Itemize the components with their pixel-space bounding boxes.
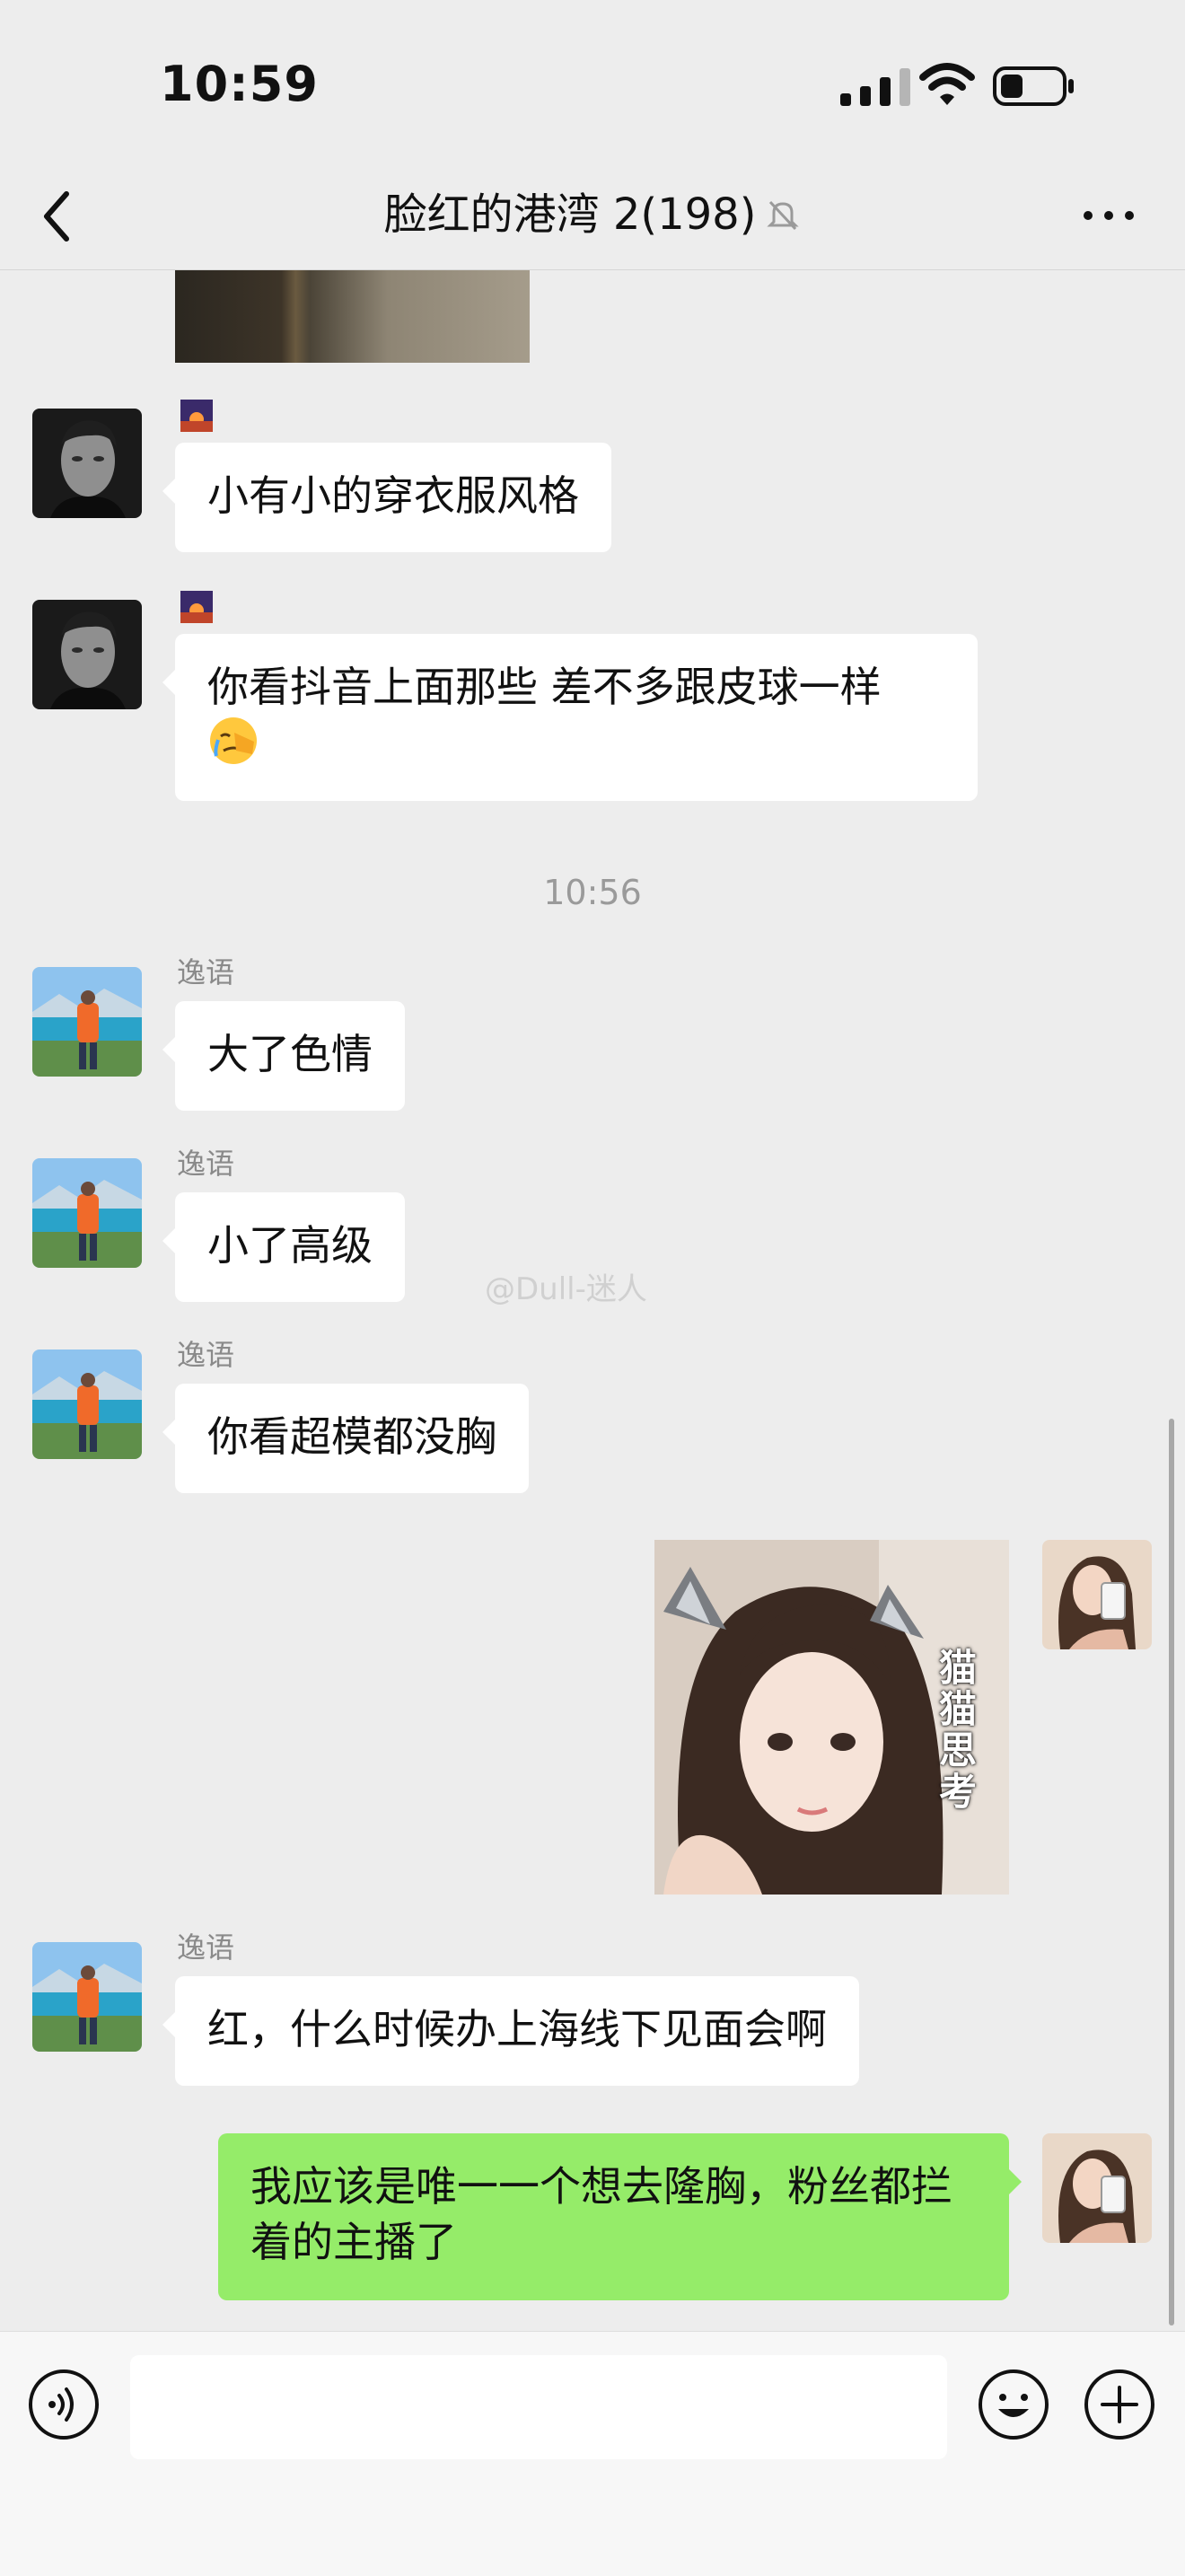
avatar-landscape-icon [32, 967, 142, 1077]
avatar[interactable] [32, 1158, 142, 1268]
avatar[interactable] [32, 600, 142, 709]
avatar-landscape-icon [32, 1942, 142, 2052]
my-avatar[interactable] [1042, 1540, 1152, 1649]
my-avatar[interactable] [1042, 2133, 1152, 2243]
avatar-selfie-icon [1042, 1540, 1152, 1649]
image-message-partial[interactable] [175, 269, 530, 363]
mute-bell-icon [767, 200, 800, 231]
avatar-landscape-icon [32, 1350, 142, 1459]
cellular-signal-icon [840, 68, 910, 106]
emoji-icon[interactable] [977, 2368, 1050, 2441]
avatar-landscape-icon [32, 1158, 142, 1268]
sunset-badge-icon [180, 400, 213, 432]
avatar-selfie-icon [1042, 2133, 1152, 2243]
avatar[interactable] [32, 1350, 142, 1459]
facepalm-emoji-icon [210, 717, 257, 764]
avatar-portrait-icon [32, 600, 142, 709]
sunset-badge-icon [180, 591, 213, 623]
message-bubble[interactable]: 小有小的穿衣服风格 [162, 443, 611, 552]
status-time: 10:59 [160, 56, 319, 112]
input-bar [0, 2331, 1185, 2576]
avatar-portrait-icon [32, 409, 142, 518]
message-bubble[interactable]: 大了色情 [162, 1001, 405, 1111]
avatar[interactable] [32, 967, 142, 1077]
message-bubble[interactable]: 你看超模都没胸 [162, 1384, 529, 1493]
more-icon[interactable] [1077, 198, 1140, 233]
status-bar: 10:59 [0, 0, 1185, 162]
message-bubble[interactable]: 你看抖音上面那些 差不多跟皮球一样 [162, 634, 978, 801]
wifi-icon [919, 63, 975, 105]
voice-icon[interactable] [27, 2368, 101, 2441]
avatar[interactable] [32, 409, 142, 518]
my-message-bubble[interactable]: 我应该是唯一一个想去隆胸，粉丝都拦着的主播了 [218, 2133, 1022, 2300]
chat-title: 脸红的港湾 2(198) [0, 185, 1185, 244]
sender-name: 逸语 [177, 955, 235, 989]
message-list[interactable]: 小有小的穿衣服风格 你看抖音上面那些 差不多跟皮球一样 10:56 逸语 大了色… [0, 269, 1185, 2331]
watermark: @Dull-迷人 [485, 1271, 647, 1307]
message-bubble[interactable]: 红，什么时候办上海线下见面会啊 [162, 1976, 859, 2086]
chat-header: 脸红的港湾 2(198) [0, 162, 1185, 270]
sticker-image[interactable]: 猫猫思考 [654, 1540, 1009, 1895]
avatar[interactable] [32, 1942, 142, 2052]
chat-title-text: 脸红的港湾 2(198) [383, 189, 757, 240]
timestamp-divider: 10:56 [543, 873, 642, 912]
message-input[interactable] [130, 2355, 947, 2459]
scrollbar[interactable] [1169, 1419, 1174, 2325]
sender-name: 逸语 [177, 1338, 235, 1372]
sticker-caption: 猫猫思考 [938, 1646, 977, 1814]
message-bubble[interactable]: 小了高级 [162, 1192, 405, 1302]
sender-name: 逸语 [177, 1147, 235, 1181]
battery-icon [993, 66, 1074, 106]
plus-icon[interactable] [1083, 2368, 1156, 2441]
sender-name: 逸语 [177, 1930, 235, 1965]
message-text: 你看抖音上面那些 差不多跟皮球一样 [207, 663, 882, 711]
